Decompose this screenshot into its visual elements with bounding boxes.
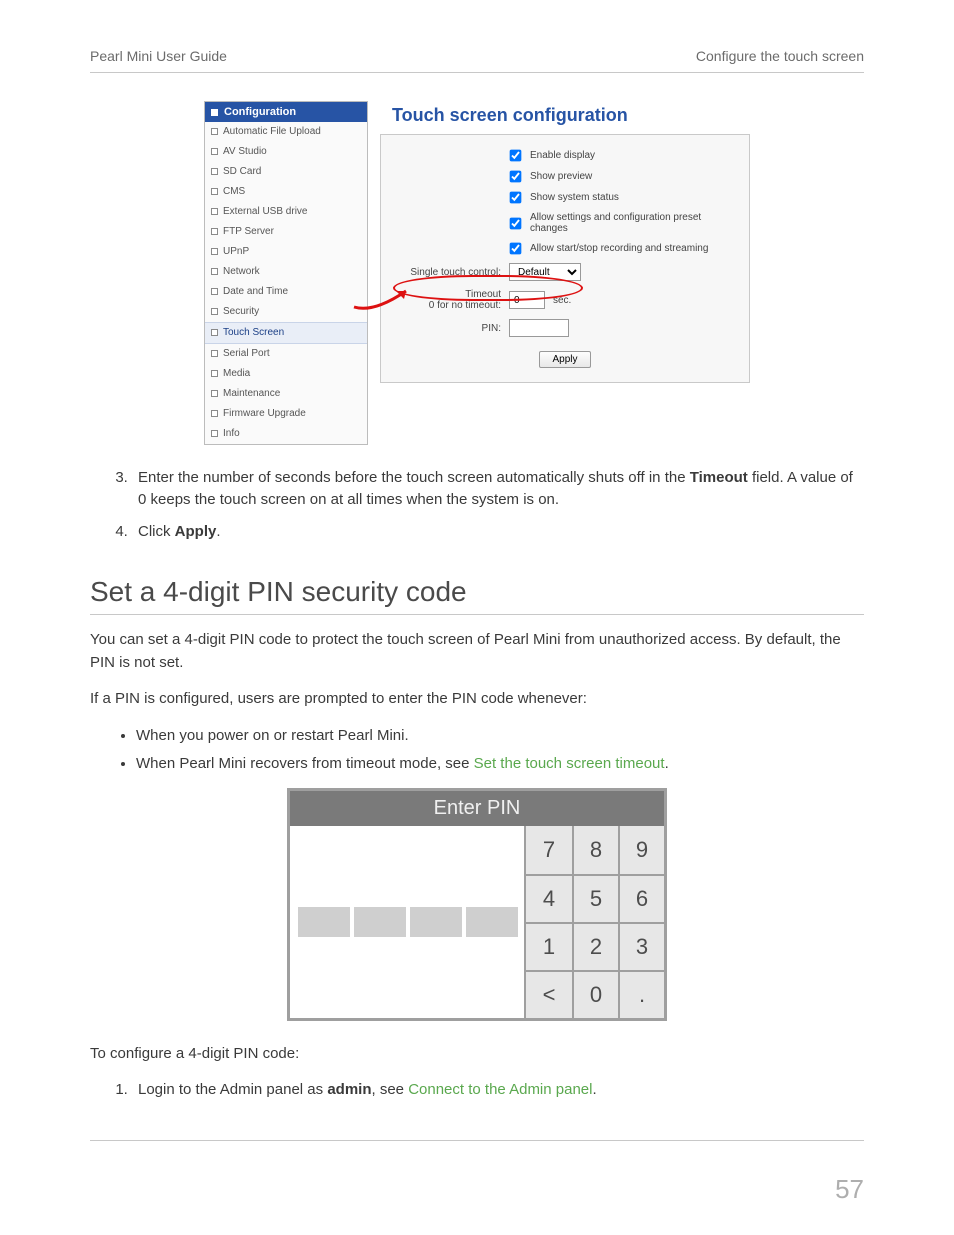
sidebar-item[interactable]: Network [205, 262, 367, 282]
panel-checkbox[interactable] [510, 217, 522, 229]
link-timeout[interactable]: Set the touch screen timeout [474, 755, 665, 772]
sidebar-item[interactable]: SD Card [205, 162, 367, 182]
sidebar-item[interactable]: Media [205, 364, 367, 384]
paragraph-3: To configure a 4-digit PIN code: [90, 1043, 864, 1066]
page-number: 57 [835, 1174, 864, 1205]
sidebar-title: Configuration [224, 106, 296, 118]
doc-title-left: Pearl Mini User Guide [90, 48, 227, 64]
paragraph-2: If a PIN is configured, users are prompt… [90, 688, 864, 711]
pin-key[interactable]: 4 [526, 874, 572, 922]
pin-slot [354, 907, 406, 937]
timeout-suffix: sec. [553, 295, 571, 306]
pin-entry-title: Enter PIN [290, 791, 664, 826]
section-heading: Set a 4-digit PIN security code [90, 576, 864, 615]
panel-checkbox-label: Show preview [530, 171, 592, 182]
panel-checkbox-label: Allow start/stop recording and streaming [530, 243, 708, 254]
pin-key[interactable]: 6 [618, 874, 664, 922]
pin-key[interactable]: 2 [572, 922, 618, 970]
step-b1: Login to the Admin panel as admin, see C… [132, 1079, 864, 1101]
doc-title-right: Configure the touch screen [696, 48, 864, 64]
sidebar-item[interactable]: AV Studio [205, 142, 367, 162]
apply-button[interactable]: Apply [539, 351, 590, 368]
step-4: Click Apply. [132, 521, 864, 543]
pin-key[interactable]: 7 [526, 826, 572, 874]
sidebar-item[interactable]: Info [205, 424, 367, 444]
sidebar-item[interactable]: FTP Server [205, 222, 367, 242]
timeout-field[interactable] [509, 291, 545, 309]
panel-checkbox-label: Enable display [530, 150, 595, 161]
touchscreen-panel: Touch screen configuration Enable displa… [380, 101, 750, 445]
pin-label: PIN: [393, 323, 501, 334]
pin-key[interactable]: < [526, 970, 572, 1018]
pin-key[interactable]: . [618, 970, 664, 1018]
bullet-1: When you power on or restart Pearl Mini. [136, 725, 864, 748]
sidebar-item[interactable]: Security [205, 302, 367, 322]
sidebar-item[interactable]: Firmware Upgrade [205, 404, 367, 424]
single-touch-label: Single touch control: [393, 267, 501, 278]
link-admin-panel[interactable]: Connect to the Admin panel [408, 1081, 592, 1098]
paragraph-1: You can set a 4-digit PIN code to protec… [90, 629, 864, 674]
sidebar-item[interactable]: Serial Port [205, 344, 367, 364]
sidebar-item[interactable]: Automatic File Upload [205, 122, 367, 142]
sidebar-item[interactable]: UPnP [205, 242, 367, 262]
screenshot-figure: Configuration Automatic File UploadAV St… [90, 101, 864, 445]
pin-key[interactable]: 1 [526, 922, 572, 970]
bullet-2: When Pearl Mini recovers from timeout mo… [136, 753, 864, 776]
panel-title: Touch screen configuration [392, 105, 750, 126]
panel-checkbox[interactable] [510, 192, 522, 204]
panel-checkbox[interactable] [510, 171, 522, 183]
footer-rule [90, 1140, 864, 1141]
pin-slot [410, 907, 462, 937]
sidebar-item[interactable]: Date and Time [205, 282, 367, 302]
sidebar-item[interactable]: Touch Screen [205, 322, 367, 344]
sidebar-item[interactable]: CMS [205, 182, 367, 202]
sidebar-item[interactable]: Maintenance [205, 384, 367, 404]
pin-field[interactable] [509, 319, 569, 337]
panel-checkbox[interactable] [510, 243, 522, 255]
sidebar-header: Configuration [205, 102, 367, 122]
square-icon [211, 109, 218, 116]
panel-checkbox-label: Allow settings and configuration preset … [530, 212, 737, 234]
pin-key[interactable]: 9 [618, 826, 664, 874]
config-sidebar: Configuration Automatic File UploadAV St… [204, 101, 368, 445]
pin-key[interactable]: 8 [572, 826, 618, 874]
pin-key[interactable]: 5 [572, 874, 618, 922]
pin-entry-figure: Enter PIN 789456123 <0. [287, 788, 667, 1021]
timeout-label: Timeout 0 for no timeout: [393, 289, 501, 311]
panel-checkbox[interactable] [510, 150, 522, 162]
pin-key[interactable]: 0 [572, 970, 618, 1018]
pin-slot [466, 907, 518, 937]
panel-checkbox-label: Show system status [530, 192, 619, 203]
sidebar-item[interactable]: External USB drive [205, 202, 367, 222]
pin-slot [298, 907, 350, 937]
pin-key[interactable]: 3 [618, 922, 664, 970]
step-3: Enter the number of seconds before the t… [132, 467, 864, 511]
single-touch-select[interactable]: Default [509, 263, 581, 281]
